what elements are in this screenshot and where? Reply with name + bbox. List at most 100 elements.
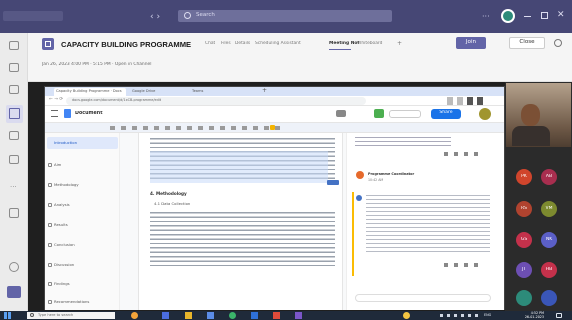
outline-item-3[interactable]: Analysis <box>54 202 114 207</box>
outline-item-icon <box>48 263 52 267</box>
toolbar-highlight-swatch[interactable] <box>270 125 275 130</box>
minimize-icon[interactable] <box>524 16 531 17</box>
doc-text-selection[interactable] <box>150 151 328 183</box>
comment-author: Programme Coordinator <box>368 172 415 176</box>
meeting-tab-files[interactable]: Files <box>221 41 231 46</box>
address-text[interactable]: docs.google.com/document/d/1xCB-programm… <box>72 98 272 102</box>
docs-meet-icon[interactable] <box>374 109 384 118</box>
participant-initials: GS <box>520 237 528 242</box>
system-tray-icons[interactable] <box>440 314 480 317</box>
add-tab-button[interactable]: + <box>397 40 402 47</box>
comment-1-actions[interactable] <box>444 152 484 156</box>
browser-tab-teams[interactable]: Teams <box>190 88 250 96</box>
participant-initials: HB <box>545 267 553 272</box>
rail-activity-icon[interactable] <box>9 41 19 50</box>
comment-3-actions[interactable] <box>444 263 484 267</box>
more-options-icon[interactable]: ··· <box>482 12 490 21</box>
meeting-title: CAPACITY BUILDING PROGRAMME <box>61 40 192 49</box>
profile-avatar[interactable] <box>501 9 515 23</box>
meeting-tab-notes[interactable]: Meeting Notes <box>329 41 359 46</box>
meeting-tab-notes-underline <box>329 49 351 50</box>
close-meeting-label: Close <box>519 39 535 45</box>
nav-arrow-icon[interactable]: ‹ › <box>150 12 160 22</box>
meeting-calendar-glyph <box>45 41 51 47</box>
browser-new-tab-icon[interactable]: + <box>262 87 267 94</box>
taskbar-app-icon[interactable] <box>229 312 236 319</box>
share-button-label: Share <box>439 110 453 115</box>
taskbar-search-icon <box>30 313 34 317</box>
participant-avatar[interactable] <box>516 290 532 306</box>
outline-item-icon <box>48 300 52 304</box>
taskbar-date[interactable]: 26-01-2023 <box>508 315 544 319</box>
outline-item-0-label: Introduction <box>54 140 77 145</box>
menu-icon[interactable] <box>51 110 58 117</box>
outline-item-icon <box>48 223 52 227</box>
doc-title[interactable]: Document <box>75 111 135 116</box>
taskbar-app-icon[interactable] <box>251 312 258 319</box>
participant-initials: NK <box>545 237 553 242</box>
comment-1-lines <box>355 137 451 147</box>
input-language[interactable]: ENG <box>484 313 498 317</box>
outline-item-icon <box>48 282 52 286</box>
rail-download-icon[interactable] <box>7 286 21 298</box>
taskbar-app-icon[interactable] <box>131 312 138 319</box>
outline-item-1[interactable]: Aim <box>54 162 114 167</box>
rail-files-icon[interactable] <box>9 155 19 164</box>
rail-teams-icon[interactable] <box>9 85 19 94</box>
taskbar-app-icon[interactable] <box>185 312 192 319</box>
outline-item-5[interactable]: Conclusion <box>54 242 114 247</box>
outline-item-icon <box>48 163 52 167</box>
search-input[interactable]: Search <box>196 12 215 18</box>
rail-calendar-glyph <box>9 108 20 119</box>
outline-item-icon <box>48 243 52 247</box>
participant-initials: JT <box>521 267 527 272</box>
taskbar-app-icon[interactable] <box>207 312 214 319</box>
search-icon <box>184 12 191 19</box>
meeting-tab-scheduling[interactable]: Scheduling Assistant <box>255 41 323 46</box>
notification-icon[interactable] <box>556 313 562 318</box>
outline-item-8[interactable]: Recommendations <box>54 299 114 304</box>
outline-item-icon <box>48 203 52 207</box>
toolbar-buttons[interactable] <box>110 126 280 130</box>
close-window-icon[interactable]: ✕ <box>557 10 565 20</box>
reply-input[interactable] <box>355 294 491 302</box>
taskbar-search-input[interactable]: Type here to search <box>38 313 113 317</box>
taskbar-app-icon[interactable] <box>273 312 280 319</box>
maximize-icon[interactable] <box>541 12 548 19</box>
doc-heading: 4. Methodology <box>150 191 187 196</box>
teams-window: { "colors":{"teams_purple":"#464775","ra… <box>0 0 572 320</box>
docs-user-avatar[interactable] <box>479 108 491 120</box>
taskbar-app-icon[interactable] <box>162 312 169 319</box>
rail-more-icon[interactable]: ··· <box>10 183 17 191</box>
outline-item-6[interactable]: Discussion <box>54 262 114 267</box>
rail-apps-icon[interactable] <box>9 208 19 218</box>
join-button-label: Join <box>465 39 477 45</box>
browser-ext-icons[interactable] <box>447 97 487 105</box>
settings-gear-icon[interactable] <box>554 39 562 47</box>
meeting-time-row: Jan 26, 2023 4:00 PM · 5:15 PM · Open in… <box>42 62 152 67</box>
browser-nav-icons[interactable]: ← → ⟳ <box>49 97 63 102</box>
doc-subheading: 4.1 Data Collection <box>154 201 191 206</box>
back-forward-buttons[interactable] <box>3 11 63 21</box>
docs-present-button[interactable] <box>389 110 421 118</box>
comment-2-avatar <box>356 171 364 179</box>
participant-initials: VM <box>545 206 553 211</box>
meeting-tab-details[interactable]: Details <box>235 41 250 46</box>
participant-initials: PK <box>521 174 527 179</box>
outline-item-4[interactable]: Results <box>54 222 114 227</box>
windows-start-icon[interactable] <box>4 312 11 319</box>
rail-help-icon[interactable] <box>9 262 19 272</box>
rail-chat-icon[interactable] <box>9 63 19 72</box>
browser-tab-drive[interactable]: Google Drive <box>130 88 186 96</box>
taskbar-app-icon[interactable] <box>295 312 302 319</box>
meeting-tab-whiteboard[interactable]: Whiteboard <box>357 41 385 46</box>
docs-status-icon[interactable] <box>336 110 346 117</box>
comment-3-avatar <box>356 195 362 201</box>
rail-calls-icon[interactable] <box>9 131 19 140</box>
outline-item-2[interactable]: Methodology <box>54 182 114 187</box>
weather-icon[interactable] <box>403 312 410 319</box>
outline-item-7[interactable]: Findings <box>54 281 114 286</box>
browser-tab-docs[interactable]: Capacity Building Programme · Docs <box>54 88 126 96</box>
participant-avatar[interactable] <box>541 290 557 306</box>
meeting-tab-chat[interactable]: Chat <box>205 41 215 46</box>
